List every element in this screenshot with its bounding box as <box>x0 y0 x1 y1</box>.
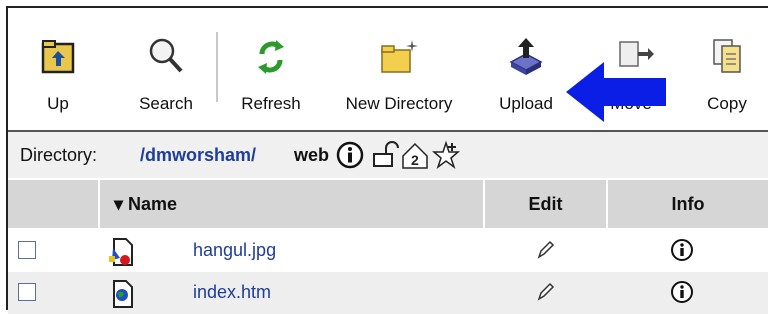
row-checkbox[interactable] <box>18 241 36 259</box>
header-checkbox-column <box>8 180 100 228</box>
new-directory-button[interactable]: New Directory <box>324 24 474 124</box>
refresh-label: Refresh <box>241 94 301 113</box>
upload-label: Upload <box>499 94 553 113</box>
current-directory: web <box>294 145 330 165</box>
table-row: hangul.jpg <box>8 230 768 272</box>
refresh-icon <box>258 40 284 74</box>
pencil-edit-icon[interactable] <box>533 280 557 304</box>
directory-label: Directory: <box>20 145 98 165</box>
toolbar: Up Search Refresh New Directory Upload C… <box>8 8 768 130</box>
file-manager-panel: Up Search Refresh New Directory Upload C… <box>6 6 768 314</box>
up-label: Up <box>47 94 69 113</box>
row-checkbox[interactable] <box>18 283 36 301</box>
annotation-arrow-icon <box>566 62 666 122</box>
pencil-edit-icon[interactable] <box>533 238 557 262</box>
info-icon[interactable] <box>670 238 694 262</box>
padlock-icon[interactable] <box>369 140 399 170</box>
file-name-link[interactable]: hangul.jpg <box>193 240 276 261</box>
upload-button[interactable]: Upload <box>486 24 566 124</box>
search-button[interactable]: Search <box>126 24 206 124</box>
header-name-column[interactable]: ▾ Name <box>100 180 485 228</box>
refresh-button[interactable]: Refresh <box>226 24 316 124</box>
info-icon[interactable] <box>670 280 694 304</box>
name-column-label: ▾ Name <box>114 194 178 214</box>
copy-label: Copy <box>707 94 747 113</box>
new-folder-icon <box>381 40 418 73</box>
upload-icon <box>509 38 543 75</box>
file-name-link[interactable]: index.htm <box>193 282 271 303</box>
header-info-column: Info <box>671 194 705 214</box>
image-file-icon <box>109 238 133 266</box>
new-directory-label: New Directory <box>345 94 453 113</box>
directory-info-icon[interactable] <box>335 140 365 170</box>
magnifier-icon <box>149 38 183 73</box>
folder-up-icon <box>41 40 75 74</box>
directory-path-link[interactable]: /dmworsham/ <box>140 145 256 166</box>
html-file-icon <box>113 280 133 308</box>
toolbar-separator <box>216 32 218 102</box>
directory-bar: Directory: /dmworsham/ web 2 <box>8 130 768 178</box>
bookmark-star-icon[interactable] <box>431 140 461 170</box>
copy-button[interactable]: Copy <box>692 24 762 124</box>
copy-icon <box>713 39 741 73</box>
search-label: Search <box>139 94 193 113</box>
header-edit-column: Edit <box>485 180 608 228</box>
table-header: ▾ Name Edit Info <box>8 180 768 228</box>
directory-users-icon[interactable]: 2 <box>400 140 430 170</box>
svg-text:2: 2 <box>411 152 419 168</box>
up-button[interactable]: Up <box>28 24 88 124</box>
table-row: index.htm <box>8 272 768 314</box>
